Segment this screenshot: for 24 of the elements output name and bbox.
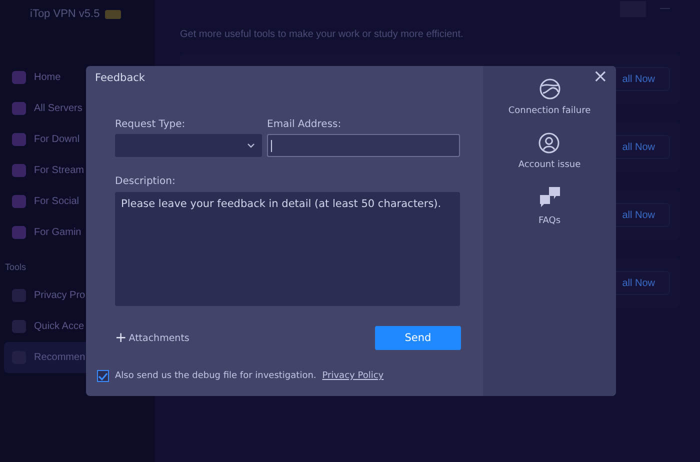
chat-bubbles-icon [538,186,562,210]
globe-icon [538,78,560,100]
field-label: Email Address: [267,119,342,130]
app-title: iTop VPN v5.5 [30,8,100,20]
dialog-title: Feedback [95,72,146,86]
close-button[interactable]: × [592,66,608,87]
field-label: Description: [115,176,176,187]
description-field[interactable]: Please leave your feedback in detail (at least 50 characters). [115,192,460,306]
minimize-icon[interactable] [660,8,670,9]
checkbox-label: Also send us the debug file for investigation. [115,371,316,381]
chevron-icon [247,143,255,148]
section-title: Tools [4,261,28,274]
request-type-dropdown[interactable] [115,134,262,157]
field-label: Request Type: [115,119,186,130]
email-field[interactable] [267,134,460,157]
privacy-policy-link[interactable]: Privacy Policy [322,371,384,381]
help-topic[interactable]: Connection failure [508,106,591,116]
user-icon [538,132,560,154]
help-topic[interactable]: Account issue [518,160,581,170]
help-topic[interactable]: FAQs [538,216,561,226]
page-subtitle: Get more useful tools to make your work or study more efficient. [180,29,464,40]
checkbox[interactable] [97,370,109,382]
send-button[interactable]: Send [375,326,461,350]
version-badge [104,10,121,18]
